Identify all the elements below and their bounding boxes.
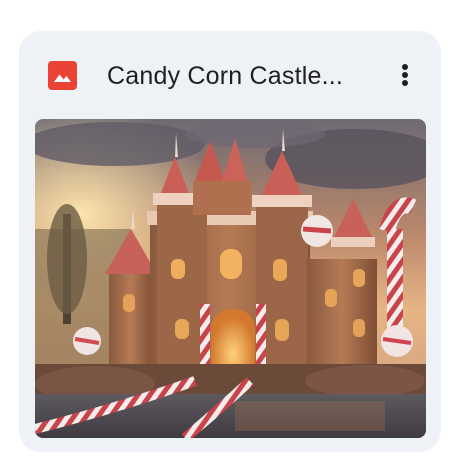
file-card[interactable]: Candy Corn Castle... <box>19 31 441 452</box>
image-file-icon <box>48 61 77 90</box>
file-title[interactable]: Candy Corn Castle... <box>107 58 369 94</box>
image-thumbnail[interactable] <box>35 119 426 438</box>
more-options-button[interactable] <box>387 57 423 93</box>
card-header: Candy Corn Castle... <box>19 31 441 119</box>
castle-image-thumbnail <box>35 119 426 438</box>
